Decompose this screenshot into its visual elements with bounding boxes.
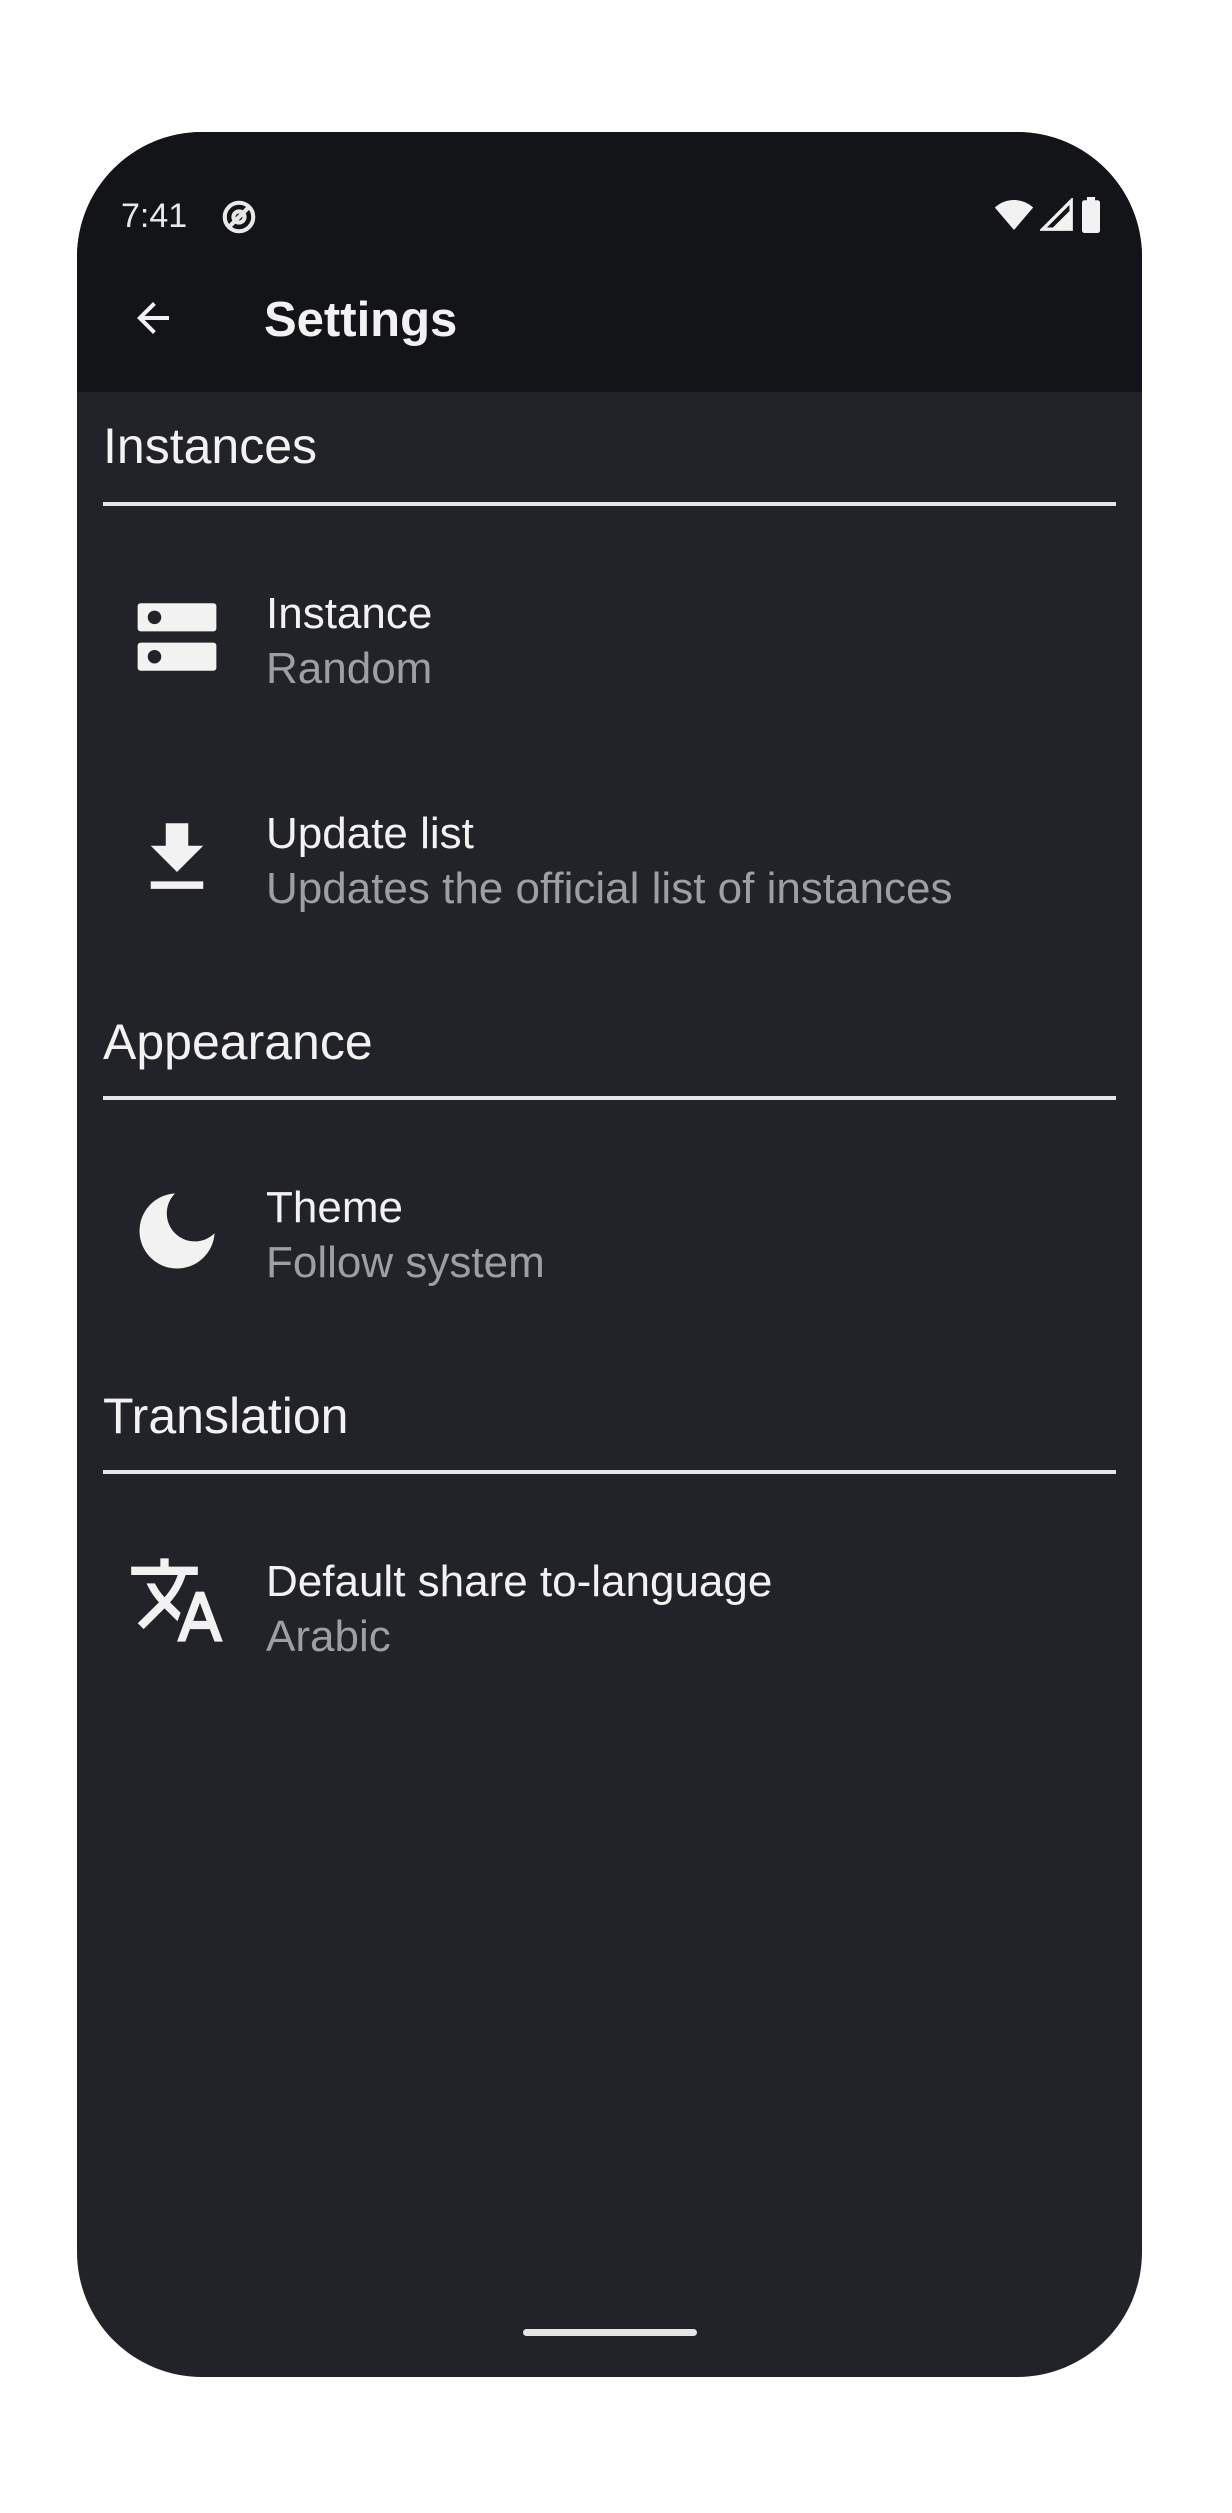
section-header-instances: Instances [103, 418, 318, 474]
pref-title: Update list [266, 809, 474, 858]
moon-icon [127, 1181, 227, 1281]
page-title: Settings [264, 293, 458, 347]
arrow-back-icon [129, 294, 177, 347]
server-icon [127, 587, 227, 687]
back-button[interactable] [121, 288, 185, 352]
section-divider [103, 502, 1116, 506]
pref-title: Instance [266, 589, 433, 638]
pref-default-share-language[interactable]: Default share to-language Arabic [77, 1510, 1142, 1720]
home-indicator[interactable] [523, 2329, 697, 2336]
phone-screen: 7:41 Settings Instances Instance Random … [77, 132, 1142, 2377]
pref-theme[interactable]: Theme Follow system [77, 1136, 1142, 1346]
signal-icon [1038, 196, 1074, 237]
pref-title: Theme [266, 1183, 403, 1232]
pref-instance[interactable]: Instance Random [77, 542, 1142, 752]
status-bar: 7:41 [77, 132, 1142, 248]
battery-icon [1080, 196, 1102, 238]
download-icon [127, 807, 227, 907]
at-sign-icon [220, 198, 258, 236]
wifi-icon [994, 198, 1034, 237]
pref-summary: Random [266, 644, 433, 693]
status-time: 7:41 [121, 197, 188, 235]
section-header-appearance: Appearance [103, 1014, 373, 1070]
pref-summary: Updates the official list of instances [266, 864, 953, 913]
pref-summary: Follow system [266, 1238, 545, 1287]
translate-icon [127, 1550, 227, 1650]
section-divider [103, 1096, 1116, 1100]
pref-title: Default share to-language [266, 1557, 773, 1606]
pref-update-list[interactable]: Update list Updates the official list of… [77, 762, 1142, 972]
app-toolbar: Settings [77, 248, 1142, 392]
section-header-translation: Translation [103, 1388, 349, 1444]
pref-summary: Arabic [266, 1612, 391, 1661]
section-divider [103, 1470, 1116, 1474]
status-icons [994, 196, 1102, 238]
